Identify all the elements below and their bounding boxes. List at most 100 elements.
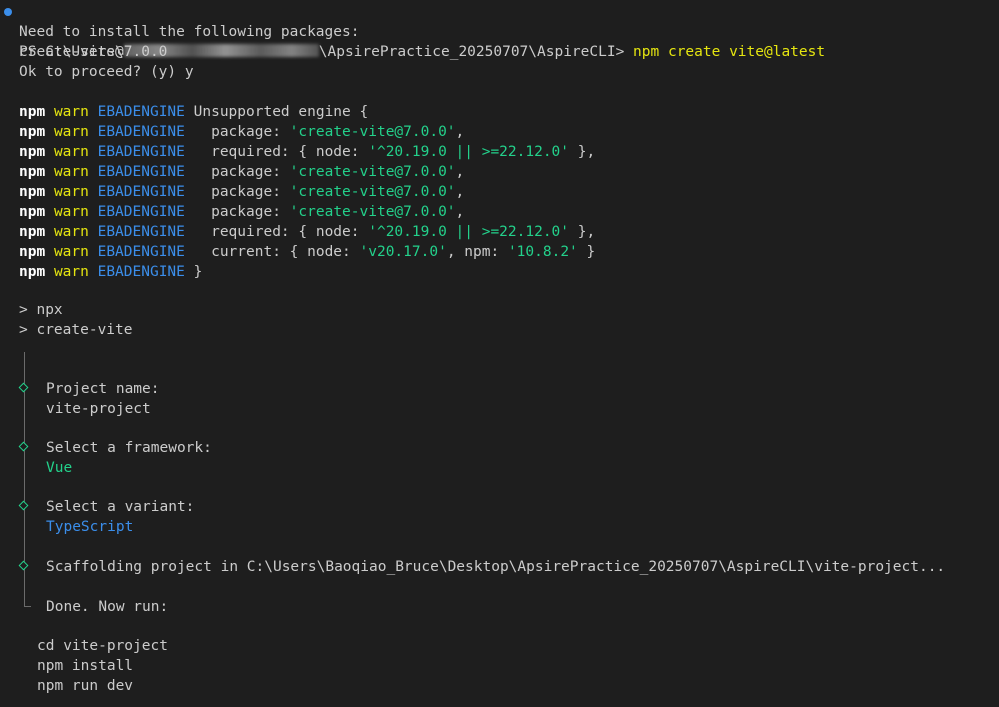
warn-text: } xyxy=(184,264,203,280)
create-vite-line: > create-vite xyxy=(19,322,133,338)
ebadengine-code: EBADENGINE xyxy=(97,244,185,260)
warn-text: current: { node: xyxy=(184,244,360,260)
npm-warn-line: npm warn EBADENGINE required: { node: '^… xyxy=(19,222,595,242)
ebadengine-code: EBADENGINE xyxy=(97,104,185,120)
warn-text: , xyxy=(455,204,465,220)
warn-tag: warn xyxy=(53,164,89,180)
command-status-dot-icon[interactable] xyxy=(4,8,12,16)
warn-string-value: '^20.19.0 || >=22.12.0' xyxy=(368,144,570,160)
npm-tag: npm xyxy=(19,204,46,220)
warn-string-value: 'create-vite@7.0.0' xyxy=(289,164,456,180)
npm-tag: npm xyxy=(19,144,46,160)
variant-diamond-icon xyxy=(18,500,29,511)
variant-label: Select a variant: xyxy=(46,499,195,515)
scaffold-message: Scaffolding project in C:\Users\Baoqiao_… xyxy=(46,559,946,575)
warn-text: }, xyxy=(569,144,596,160)
warn-string-value: '^20.19.0 || >=22.12.0' xyxy=(368,224,570,240)
npm-warn-line: npm warn EBADENGINE package: 'create-vit… xyxy=(19,202,464,222)
warn-text: Unsupported engine { xyxy=(184,104,369,120)
npm-warn-line: npm warn EBADENGINE Unsupported engine { xyxy=(19,102,368,122)
npm-warn-line: npm warn EBADENGINE package: 'create-vit… xyxy=(19,182,464,202)
npm-tag: npm xyxy=(19,224,46,240)
warn-text: , npm: xyxy=(446,244,508,260)
warn-text: required: { node: xyxy=(184,144,369,160)
next-step-dev: npm run dev xyxy=(37,678,134,694)
warn-tag: warn xyxy=(53,264,89,280)
project-name-diamond-icon xyxy=(18,382,29,393)
warn-tag: warn xyxy=(53,124,89,140)
ebadengine-code: EBADENGINE xyxy=(97,184,185,200)
npm-tag: npm xyxy=(19,244,46,260)
prompt-line: PS C:\Users\ \ApsirePractice_20250707\Asp… xyxy=(0,2,825,60)
project-name-label: Project name: xyxy=(46,381,160,397)
npm-warn-line: npm warn EBADENGINE current: { node: 'v2… xyxy=(19,242,595,262)
project-name-value: vite-project xyxy=(46,401,151,417)
next-step-cd: cd vite-project xyxy=(37,638,168,654)
warn-text: package: xyxy=(184,204,290,220)
warn-text: } xyxy=(577,244,596,260)
npm-tag: npm xyxy=(19,104,46,120)
warn-text: required: { node: xyxy=(184,224,369,240)
framework-value: Vue xyxy=(46,460,73,476)
warn-text: package: xyxy=(184,184,290,200)
warn-text: package: xyxy=(184,164,290,180)
ebadengine-code: EBADENGINE xyxy=(97,204,185,220)
ebadengine-code: EBADENGINE xyxy=(97,144,185,160)
npm-tag: npm xyxy=(19,124,46,140)
ebadengine-code: EBADENGINE xyxy=(97,224,185,240)
prompt-path-suffix: \ApsirePractice_20250707\AspireCLI> xyxy=(318,44,634,60)
variant-value: TypeScript xyxy=(46,519,134,535)
install-package-line: create-vite@7.0.0 xyxy=(19,44,168,60)
warn-string-value: '10.8.2' xyxy=(507,244,578,260)
warn-tag: warn xyxy=(53,204,89,220)
npm-warn-line: npm warn EBADENGINE required: { node: '^… xyxy=(19,142,595,162)
warn-text: package: xyxy=(184,124,290,140)
prompt-command: npm create vite@latest xyxy=(633,44,826,60)
warn-tag: warn xyxy=(53,224,89,240)
ebadengine-code: EBADENGINE xyxy=(97,164,185,180)
warn-text: }, xyxy=(569,224,596,240)
npm-tag: npm xyxy=(19,264,46,280)
warn-tag: warn xyxy=(53,144,89,160)
warn-string-value: 'create-vite@7.0.0' xyxy=(289,204,456,220)
npm-warn-line: npm warn EBADENGINE package: 'create-vit… xyxy=(19,122,464,142)
warn-string-value: 'create-vite@7.0.0' xyxy=(289,124,456,140)
ebadengine-code: EBADENGINE xyxy=(97,264,185,280)
npm-tag: npm xyxy=(19,164,46,180)
terminal-window[interactable]: PS C:\Users\ \ApsirePractice_20250707\Asp… xyxy=(0,0,999,707)
done-message: Done. Now run: xyxy=(46,599,169,615)
framework-diamond-icon xyxy=(18,441,29,452)
warn-text: , xyxy=(455,184,465,200)
npm-tag: npm xyxy=(19,184,46,200)
ebadengine-code: EBADENGINE xyxy=(97,124,185,140)
warn-tag: warn xyxy=(53,184,89,200)
warn-string-value: 'v20.17.0' xyxy=(359,244,447,260)
warn-tag: warn xyxy=(53,244,89,260)
framework-label: Select a framework: xyxy=(46,440,212,456)
next-step-install: npm install xyxy=(37,658,134,674)
warn-tag: warn xyxy=(53,104,89,120)
scaffold-diamond-icon xyxy=(18,560,29,571)
npm-warn-line: npm warn EBADENGINE package: 'create-vit… xyxy=(19,162,464,182)
warn-string-value: 'create-vite@7.0.0' xyxy=(289,184,456,200)
npm-warn-line: npm warn EBADENGINE } xyxy=(19,262,202,282)
install-notice-line: Need to install the following packages: xyxy=(19,24,360,40)
